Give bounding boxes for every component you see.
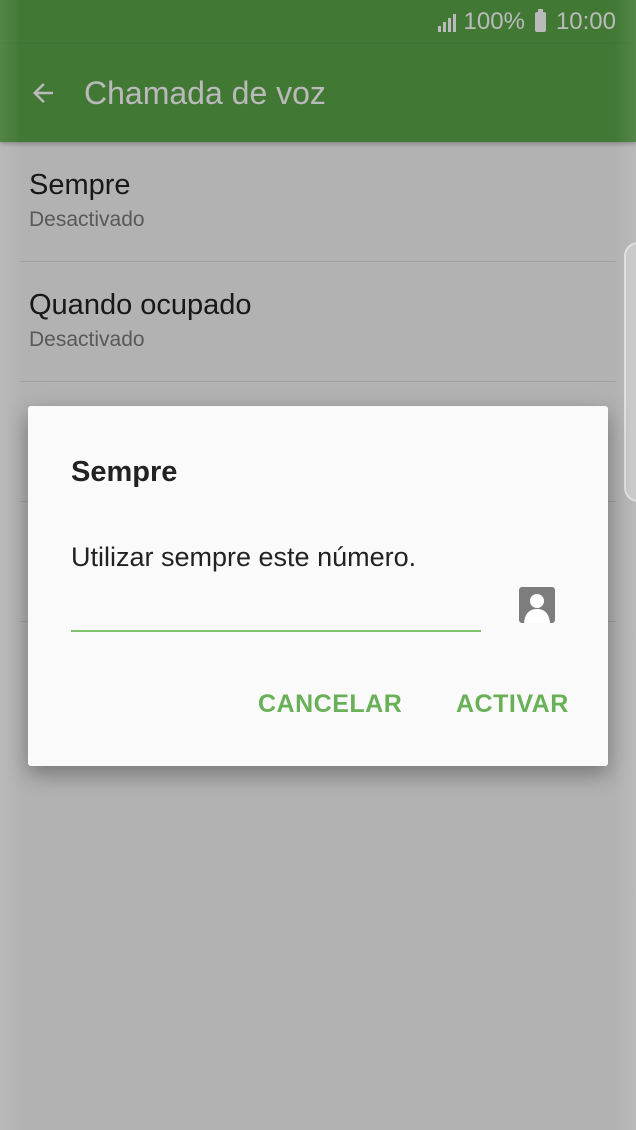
phone-number-input[interactable] <box>71 590 481 632</box>
forward-number-dialog: Sempre Utilizar sempre este número. CANC… <box>28 406 608 766</box>
screen-edge-right <box>614 0 636 1130</box>
cancel-button[interactable]: CANCELAR <box>258 690 402 719</box>
contact-picker-icon[interactable] <box>518 586 556 624</box>
activate-button[interactable]: ACTIVAR <box>456 690 569 719</box>
dialog-message: Utilizar sempre este número. <box>71 542 417 572</box>
edge-panel-handle[interactable] <box>624 242 636 502</box>
dialog-title: Sempre <box>71 456 178 488</box>
screen-edge-left <box>0 0 22 1130</box>
